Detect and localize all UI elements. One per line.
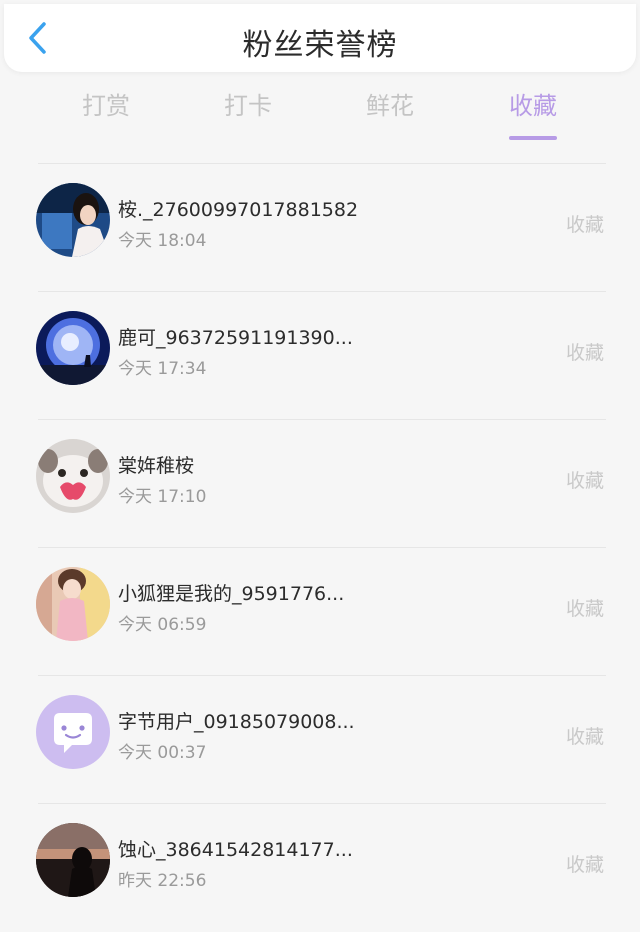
fan-name: 鹿可_96372591191390... (118, 327, 353, 349)
avatar[interactable] (36, 311, 110, 385)
avatar[interactable] (36, 695, 110, 769)
list-item[interactable]: 小狐狸是我的_9591776... 今天 06:59 收藏 (0, 548, 640, 676)
avatar[interactable] (36, 439, 110, 513)
tab-favorites[interactable]: 收藏 (473, 86, 593, 140)
tab-label: 收藏 (509, 92, 557, 120)
favorite-tag: 收藏 (565, 598, 604, 620)
favorite-tag: 收藏 (565, 470, 604, 492)
avatar[interactable] (36, 567, 110, 641)
fan-time: 今天 00:37 (118, 743, 207, 763)
avatar[interactable] (36, 823, 110, 897)
fan-time: 今天 06:59 (118, 615, 207, 635)
list-item[interactable]: 桉._27600997017881582 今天 18:04 收藏 (0, 164, 640, 292)
fan-time: 今天 17:10 (118, 487, 207, 507)
favorite-tag: 收藏 (565, 854, 604, 876)
fan-time: 昨天 22:56 (118, 871, 207, 891)
tab-reward[interactable]: 打赏 (46, 86, 166, 121)
favorite-tag: 收藏 (565, 726, 604, 748)
favorite-tag: 收藏 (565, 214, 604, 236)
fan-name: 蚀心_38641542814177... (118, 839, 353, 861)
fan-time: 今天 18:04 (118, 231, 207, 251)
fan-time: 今天 17:34 (118, 359, 207, 379)
list-item[interactable]: 蚀心_38641542814177... 昨天 22:56 收藏 (0, 804, 640, 932)
fan-name: 字节用户_09185079008... (118, 711, 355, 733)
list-item[interactable]: 字节用户_09185079008... 今天 00:37 收藏 (0, 676, 640, 804)
top-bar: 粉丝荣誉榜 (4, 4, 636, 72)
tab-label: 打赏 (82, 92, 130, 120)
tab-flowers[interactable]: 鲜花 (330, 86, 450, 121)
tab-label: 鲜花 (366, 92, 414, 120)
tab-checkin[interactable]: 打卡 (188, 86, 308, 121)
page-title: 粉丝荣誉榜 (242, 28, 398, 63)
tab-active-indicator (509, 136, 557, 140)
avatar[interactable] (36, 183, 110, 257)
fan-name: 小狐狸是我的_9591776... (118, 583, 345, 605)
list-item[interactable]: 棠姩稚桉 今天 17:10 收藏 (0, 420, 640, 548)
fan-name: 桉._27600997017881582 (118, 199, 359, 221)
tab-label: 打卡 (224, 92, 272, 120)
favorite-tag: 收藏 (565, 342, 604, 364)
fan-name: 棠姩稚桉 (118, 455, 195, 477)
tab-bar: 打赏 打卡 鲜花 收藏 (0, 86, 640, 146)
list-item[interactable]: 鹿可_96372591191390... 今天 17:34 收藏 (0, 292, 640, 420)
